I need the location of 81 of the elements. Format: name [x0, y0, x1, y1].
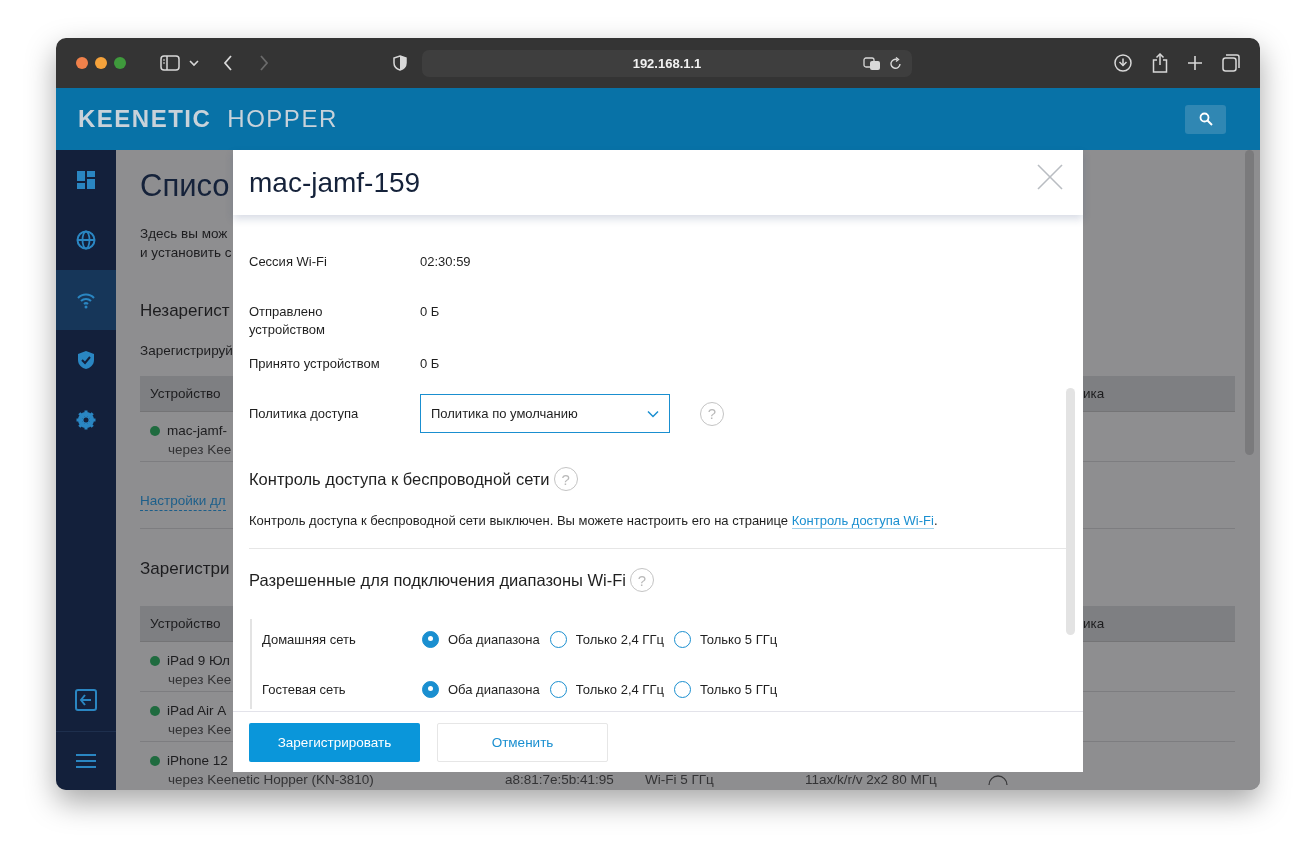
share-icon[interactable]	[1152, 53, 1168, 73]
section-heading: Разрешенные для подключения диапазоны Wi-Fi	[249, 570, 626, 590]
chevron-down-icon[interactable]	[189, 59, 199, 67]
translate-icon[interactable]	[863, 56, 881, 71]
column-header: ика	[1083, 386, 1106, 401]
intro-text: Здесь вы мож	[140, 225, 228, 243]
access-control-link[interactable]: Контроль доступа Wi-Fi	[791, 513, 934, 529]
back-icon[interactable]	[223, 55, 233, 71]
address-bar[interactable]: 192.168.1.1	[422, 49, 912, 77]
settings-link[interactable]: Настройки дл	[140, 492, 226, 511]
column-header: ика	[1083, 616, 1106, 631]
radio-label: Оба диапазона	[448, 681, 540, 697]
radio-label: Оба диапазона	[448, 631, 540, 647]
field-label: Сессия Wi-Fi	[249, 253, 328, 271]
sidebar-icon[interactable]	[160, 55, 180, 71]
scrollbar-thumb[interactable]	[1245, 150, 1254, 455]
status-dot-icon	[150, 756, 160, 766]
dialog-title: mac-jamf-159	[249, 166, 421, 199]
search-icon	[1198, 112, 1213, 126]
reload-icon[interactable]	[890, 56, 902, 70]
device-name: iPhone 12	[167, 752, 228, 770]
scrollbar-thumb[interactable]	[1066, 388, 1075, 635]
exit-icon	[75, 689, 97, 711]
radio-label: Только 2,4 ГГц	[575, 681, 664, 697]
device-connection: через Kee	[168, 442, 232, 457]
field-label: Политика доступа	[249, 404, 360, 423]
address-text: 192.168.1.1	[632, 55, 702, 71]
download-icon[interactable]	[1114, 54, 1132, 72]
page-title: Списо	[140, 168, 230, 204]
cancel-button[interactable]: Отменить	[437, 722, 608, 762]
device-connection: через Kee	[168, 722, 232, 737]
tabs-icon[interactable]	[1222, 54, 1240, 72]
policy-dropdown[interactable]: Политика по умолчанию	[420, 394, 670, 433]
chevron-down-icon	[647, 409, 659, 418]
shield-check-icon	[76, 350, 96, 370]
section-heading: Контроль доступа к беспроводной сети	[249, 469, 550, 489]
device-name: iPad 9 Юл	[167, 652, 230, 670]
radio-button[interactable]	[422, 680, 439, 698]
product-name: HOPPER	[227, 105, 338, 133]
device-connection: через Kee	[168, 672, 232, 687]
forward-icon[interactable]	[259, 55, 269, 71]
register-button[interactable]: Зарегистрировать	[249, 722, 420, 762]
section-hint: Зарегистрируй	[140, 342, 233, 360]
radio-label: Только 5 ГГц	[699, 681, 778, 697]
radio-label: Только 5 ГГц	[699, 631, 778, 647]
shield-icon[interactable]	[393, 55, 407, 71]
device-connection: через Keenetic Hopper (KN-3810)	[168, 772, 374, 787]
globe-icon	[76, 230, 96, 250]
field-value: 0 Б	[420, 303, 440, 321]
frequency-label: Wi-Fi 5 ГГц	[645, 772, 714, 787]
section-heading: Зарегистри	[140, 558, 230, 580]
close-window-button[interactable]	[76, 57, 88, 69]
device-name: iPad Air А	[167, 702, 227, 720]
radio-label: Только 2,4 ГГц	[575, 631, 664, 647]
device-name: mac-jamf-	[167, 422, 227, 440]
gear-icon	[76, 410, 96, 430]
access-control-note: Контроль доступа к беспроводной сети выключен. Вы можете настроить его на странице Контроль доступа Wi-Fi.	[249, 512, 939, 530]
intro-text: и установить с	[140, 244, 232, 262]
minimize-window-button[interactable]	[95, 57, 107, 69]
status-dot-icon	[150, 656, 160, 666]
field-label: Принято устройством	[249, 355, 381, 373]
field-label: Отправлено устройством	[249, 303, 326, 339]
zoom-window-button[interactable]	[114, 57, 126, 69]
field-value: 0 Б	[420, 355, 440, 373]
brand-logo-text: KEENETIC	[78, 105, 212, 133]
radio-button[interactable]	[422, 630, 439, 648]
section-heading: Незарегист	[140, 300, 230, 322]
field-value: 02:30:59	[420, 253, 471, 271]
dashboard-icon	[76, 170, 96, 190]
status-dot-icon	[150, 706, 160, 716]
network-label: Домашняя сеть	[262, 631, 357, 647]
menu-icon	[76, 753, 96, 769]
search-button[interactable]	[1185, 104, 1226, 134]
dropdown-value: Политика по умолчанию	[431, 404, 578, 423]
mac-address: a8:81:7e:5b:41:95	[505, 772, 614, 787]
status-dot-icon	[150, 426, 160, 436]
network-label: Гостевая сеть	[262, 681, 347, 697]
column-header: Устройство	[149, 386, 222, 401]
plus-icon[interactable]	[1188, 56, 1202, 70]
column-header: Устройство	[149, 616, 222, 631]
wifi-mode: 11ax/k/r/v 2x2 80 МГц	[805, 772, 937, 787]
